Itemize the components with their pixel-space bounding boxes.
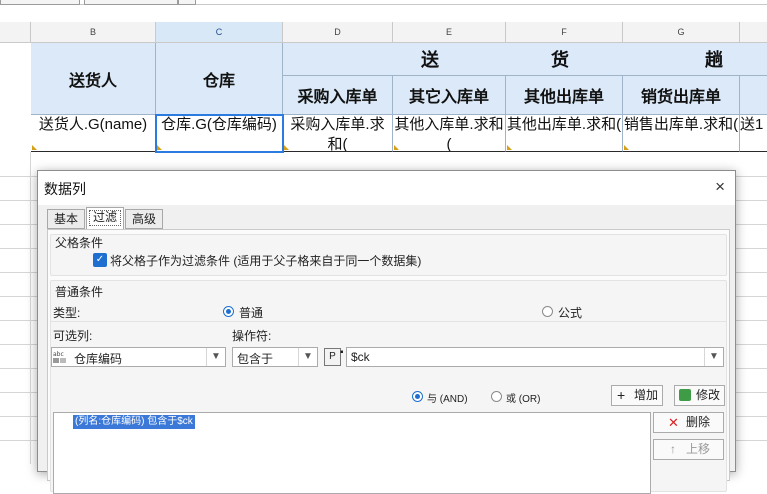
value-select-value: $ck: [351, 350, 370, 364]
column-header-b[interactable]: B: [31, 22, 156, 43]
cell-selection-box: [155, 114, 284, 153]
group-header-char: 趟: [705, 50, 723, 70]
parameter-icon[interactable]: P: [324, 348, 341, 366]
logic-or-radio[interactable]: [491, 391, 502, 402]
type-normal-label[interactable]: 普通: [239, 304, 263, 321]
delete-button[interactable]: ✕ 删除: [653, 412, 724, 433]
column-header-g[interactable]: G: [623, 22, 740, 43]
modify-button[interactable]: 修改: [674, 385, 725, 406]
merged-header-group[interactable]: 送 货 趟: [283, 43, 767, 76]
cell-text: 其他入库单.求和(: [394, 116, 504, 152]
column-select-value: 仓库编码: [74, 352, 123, 366]
cell-text: 送货人.G(name): [38, 116, 148, 133]
operator-label: 操作符:: [232, 329, 272, 343]
header-cell-warehouse[interactable]: 仓库: [156, 43, 283, 115]
logic-and-label[interactable]: 与 (AND): [427, 390, 468, 405]
cell-marker-icon: [284, 145, 289, 150]
header-cell-deliverer[interactable]: 送货人: [31, 43, 156, 115]
column-label: 可选列:: [53, 329, 93, 343]
data-cell-other-out[interactable]: 其他出库单.求和(: [506, 115, 623, 152]
logic-or-label[interactable]: 或 (OR): [506, 390, 540, 405]
data-cell-overflow[interactable]: 送1: [740, 115, 767, 152]
operator-select[interactable]: 包含于 ▼: [232, 347, 318, 367]
column-header-d[interactable]: D: [283, 22, 393, 43]
chevron-down-icon[interactable]: ▼: [704, 348, 723, 366]
parent-filter-checkbox[interactable]: ✓: [93, 253, 107, 267]
delete-icon: ✕: [668, 415, 679, 430]
operator-select-value: 包含于: [237, 352, 274, 366]
parent-condition-label: 父格条件: [55, 236, 104, 250]
column-header-a[interactable]: [0, 22, 31, 43]
data-column-dialog: 数据列 × 基本 过滤 高级 父格条件 ✓ 将父格子作为过滤条件 (适用于父子格…: [37, 170, 736, 494]
header-cell-sales-out[interactable]: 销货出库单: [623, 76, 740, 115]
normal-condition-group: 普通条件 类型: 普通 公式 可选列: 操作符: abc 仓库编码 ▼ 包含于 …: [50, 280, 727, 494]
parameter-dot-icon: ▪: [340, 347, 344, 358]
toolbar-field: [0, 0, 80, 5]
arrow-up-icon: ↑: [670, 442, 676, 456]
column-gridline: [30, 152, 31, 464]
column-type-icon: abc: [53, 350, 73, 367]
data-cell-purchase-in[interactable]: 采购入库单.求和(: [283, 115, 393, 152]
dialog-titlebar[interactable]: 数据列 ×: [38, 171, 735, 205]
condition-list[interactable]: (列名:仓库编码) 包含于$ck: [53, 412, 651, 494]
move-up-button[interactable]: ↑ 上移: [653, 439, 724, 460]
tab-filter[interactable]: 过滤: [86, 207, 124, 229]
edit-icon: [679, 389, 691, 401]
toolbar-field: [84, 0, 178, 5]
header-cell-other-in[interactable]: 其它入库单: [393, 76, 506, 115]
close-icon[interactable]: ×: [715, 177, 725, 197]
type-formula-radio[interactable]: [542, 306, 553, 317]
chevron-down-icon[interactable]: ▼: [206, 348, 225, 366]
add-button-label: 增加: [634, 388, 659, 402]
svg-text:abc: abc: [53, 351, 64, 358]
normal-condition-label: 普通条件: [55, 285, 104, 299]
data-cell-sales-out[interactable]: 销售出库单.求和(: [623, 115, 740, 152]
type-label: 类型:: [53, 306, 81, 320]
column-header-f[interactable]: F: [506, 22, 623, 43]
column-header-c[interactable]: C: [156, 22, 283, 43]
tab-advanced[interactable]: 高级: [125, 209, 163, 229]
cell-marker-icon: [32, 145, 37, 150]
condition-list-item[interactable]: (列名:仓库编码) 包含于$ck: [73, 415, 195, 429]
cell-text: 其他出库单.求和(: [506, 116, 622, 133]
parent-filter-checkbox-label[interactable]: 将父格子作为过滤条件 (适用于父子格来自于同一个数据集): [110, 252, 421, 269]
dialog-title: 数据列: [44, 181, 86, 197]
header-cell-overflow[interactable]: [740, 76, 767, 115]
data-cell-deliverer[interactable]: 送货人.G(name): [31, 115, 156, 152]
value-select[interactable]: $ck ▼: [346, 347, 724, 367]
cell-text: 采购入库单.求和(: [290, 116, 385, 152]
delete-button-label: 删除: [686, 415, 711, 429]
column-select[interactable]: abc 仓库编码 ▼: [51, 347, 226, 367]
move-up-button-label: 上移: [686, 442, 711, 456]
cell-marker-icon: [507, 145, 512, 150]
header-cell-purchase-in[interactable]: 采购入库单: [283, 76, 393, 115]
cell-text: 销售出库单.求和(: [623, 116, 739, 133]
header-cell-other-out[interactable]: 其他出库单: [506, 76, 623, 115]
toolbar-remnant: [0, 0, 767, 5]
parent-condition-group: 父格条件 ✓ 将父格子作为过滤条件 (适用于父子格来自于同一个数据集): [50, 234, 727, 276]
toolbar-button: [178, 0, 196, 5]
filter-panel: 父格条件 ✓ 将父格子作为过滤条件 (适用于父子格来自于同一个数据集) 普通条件…: [47, 229, 730, 494]
chevron-down-icon[interactable]: ▼: [298, 348, 317, 366]
add-button[interactable]: + 增加: [611, 385, 663, 406]
divider: [51, 321, 726, 322]
cell-marker-icon: [394, 145, 399, 150]
column-header-h[interactable]: [740, 22, 767, 43]
type-normal-radio[interactable]: [223, 306, 234, 317]
group-header-char: 送: [421, 50, 439, 70]
logic-and-radio[interactable]: [412, 391, 423, 402]
data-cell-other-in[interactable]: 其他入库单.求和(: [393, 115, 506, 152]
modify-button-label: 修改: [696, 388, 721, 402]
tab-basic[interactable]: 基本: [47, 209, 85, 229]
plus-icon: +: [617, 387, 626, 403]
group-header-char: 货: [551, 50, 569, 70]
column-header-e[interactable]: E: [393, 22, 506, 43]
cell-marker-icon: [624, 145, 629, 150]
cell-text: 送1: [740, 116, 764, 133]
type-formula-label[interactable]: 公式: [558, 304, 582, 321]
